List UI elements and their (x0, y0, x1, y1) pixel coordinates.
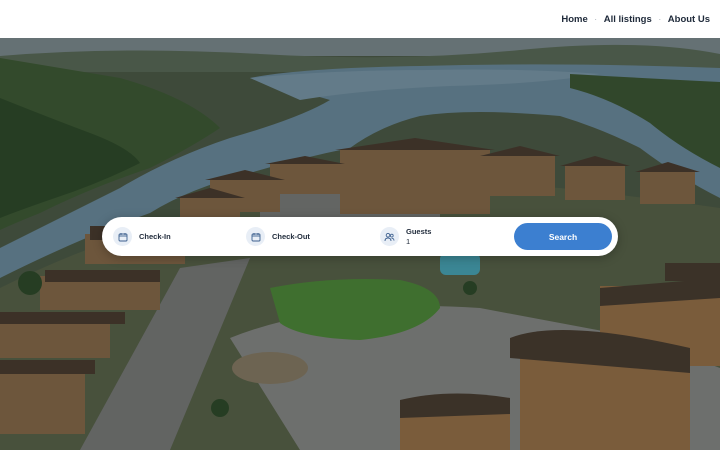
site-header: Home · All listings · About Us (0, 0, 720, 38)
search-bar: Check-In Check-Out Guests 1 Search (102, 217, 618, 256)
users-icon (380, 227, 399, 246)
checkout-label: Check-Out (272, 231, 310, 241)
calendar-icon (113, 227, 132, 246)
nav-separator: · (594, 14, 598, 24)
nav-all-listings-link[interactable]: All listings (602, 14, 654, 25)
main-nav: Home · All listings · About Us (559, 14, 712, 25)
guests-value: 1 (406, 236, 411, 246)
calendar-icon (246, 227, 265, 246)
nav-about-us-link[interactable]: About Us (666, 14, 712, 25)
guests-field[interactable]: Guests 1 (380, 217, 500, 256)
nav-home-link[interactable]: Home (559, 14, 589, 25)
checkin-label: Check-In (139, 231, 171, 241)
guests-label: Guests (406, 226, 432, 236)
checkin-field[interactable]: Check-In (113, 217, 233, 256)
search-button[interactable]: Search (514, 223, 612, 250)
checkout-field[interactable]: Check-Out (246, 217, 366, 256)
nav-separator: · (658, 14, 662, 24)
